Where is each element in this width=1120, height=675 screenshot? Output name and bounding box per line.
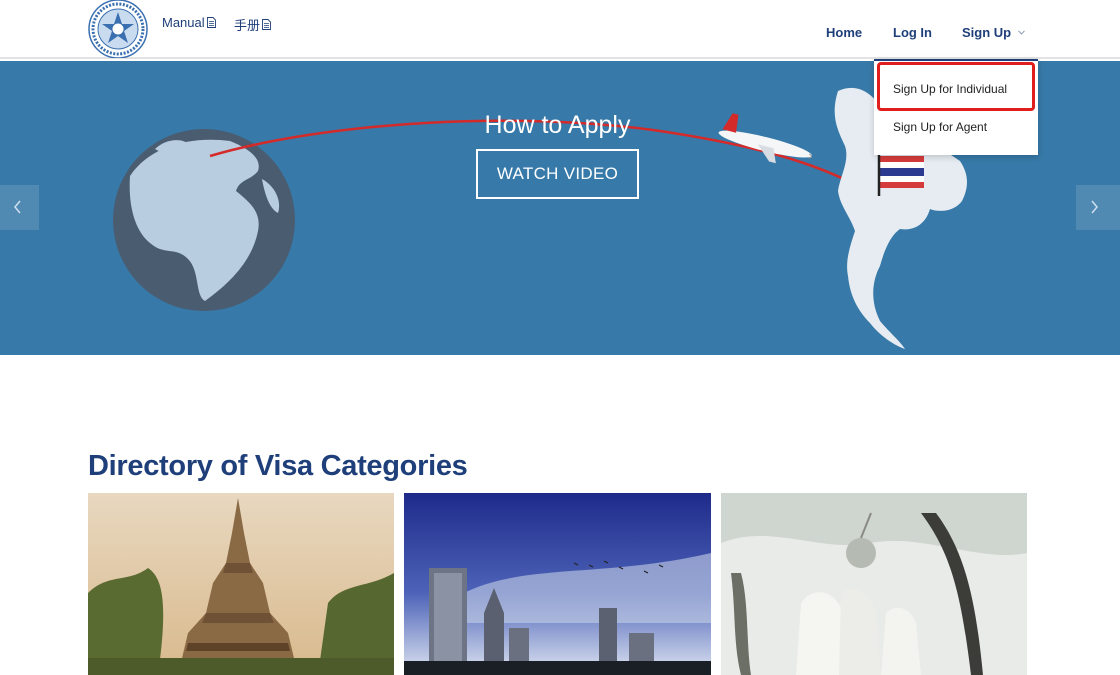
seal-logo[interactable] <box>88 0 148 58</box>
directory-title: Directory of Visa Categories <box>88 450 468 482</box>
document-icon <box>206 17 216 28</box>
visa-category-card[interactable] <box>721 493 1027 675</box>
manual-cn-label: 手册 <box>234 18 261 33</box>
festival-image <box>721 493 1027 675</box>
manual-cn-link[interactable]: 手册 <box>234 15 271 34</box>
visa-category-card[interactable] <box>404 493 711 675</box>
highlight-box <box>877 62 1035 111</box>
nav-signup-label: Sign Up <box>962 25 1012 40</box>
nav-home[interactable]: Home <box>826 25 862 40</box>
carousel-next-button[interactable] <box>1076 185 1120 230</box>
nav-signup[interactable]: Sign Up <box>962 25 1025 40</box>
pagoda-image <box>88 493 394 675</box>
site-header: Manual 手册 Home Log In Sign Up <box>0 0 1120 59</box>
chevron-down-icon <box>1017 30 1025 35</box>
carousel-prev-button[interactable] <box>0 185 39 230</box>
city-skyline-image <box>404 493 711 675</box>
signup-agent-option[interactable]: Sign Up for Agent <box>874 109 1038 145</box>
manual-link[interactable]: Manual <box>162 15 216 30</box>
manual-label: Manual <box>162 15 205 30</box>
chevron-left-icon <box>14 200 21 214</box>
nav-login[interactable]: Log In <box>893 25 932 40</box>
visa-category-card[interactable] <box>88 493 394 675</box>
document-icon <box>262 19 271 30</box>
chevron-right-icon <box>1091 200 1098 214</box>
watch-video-button[interactable]: WATCH VIDEO <box>476 149 639 199</box>
